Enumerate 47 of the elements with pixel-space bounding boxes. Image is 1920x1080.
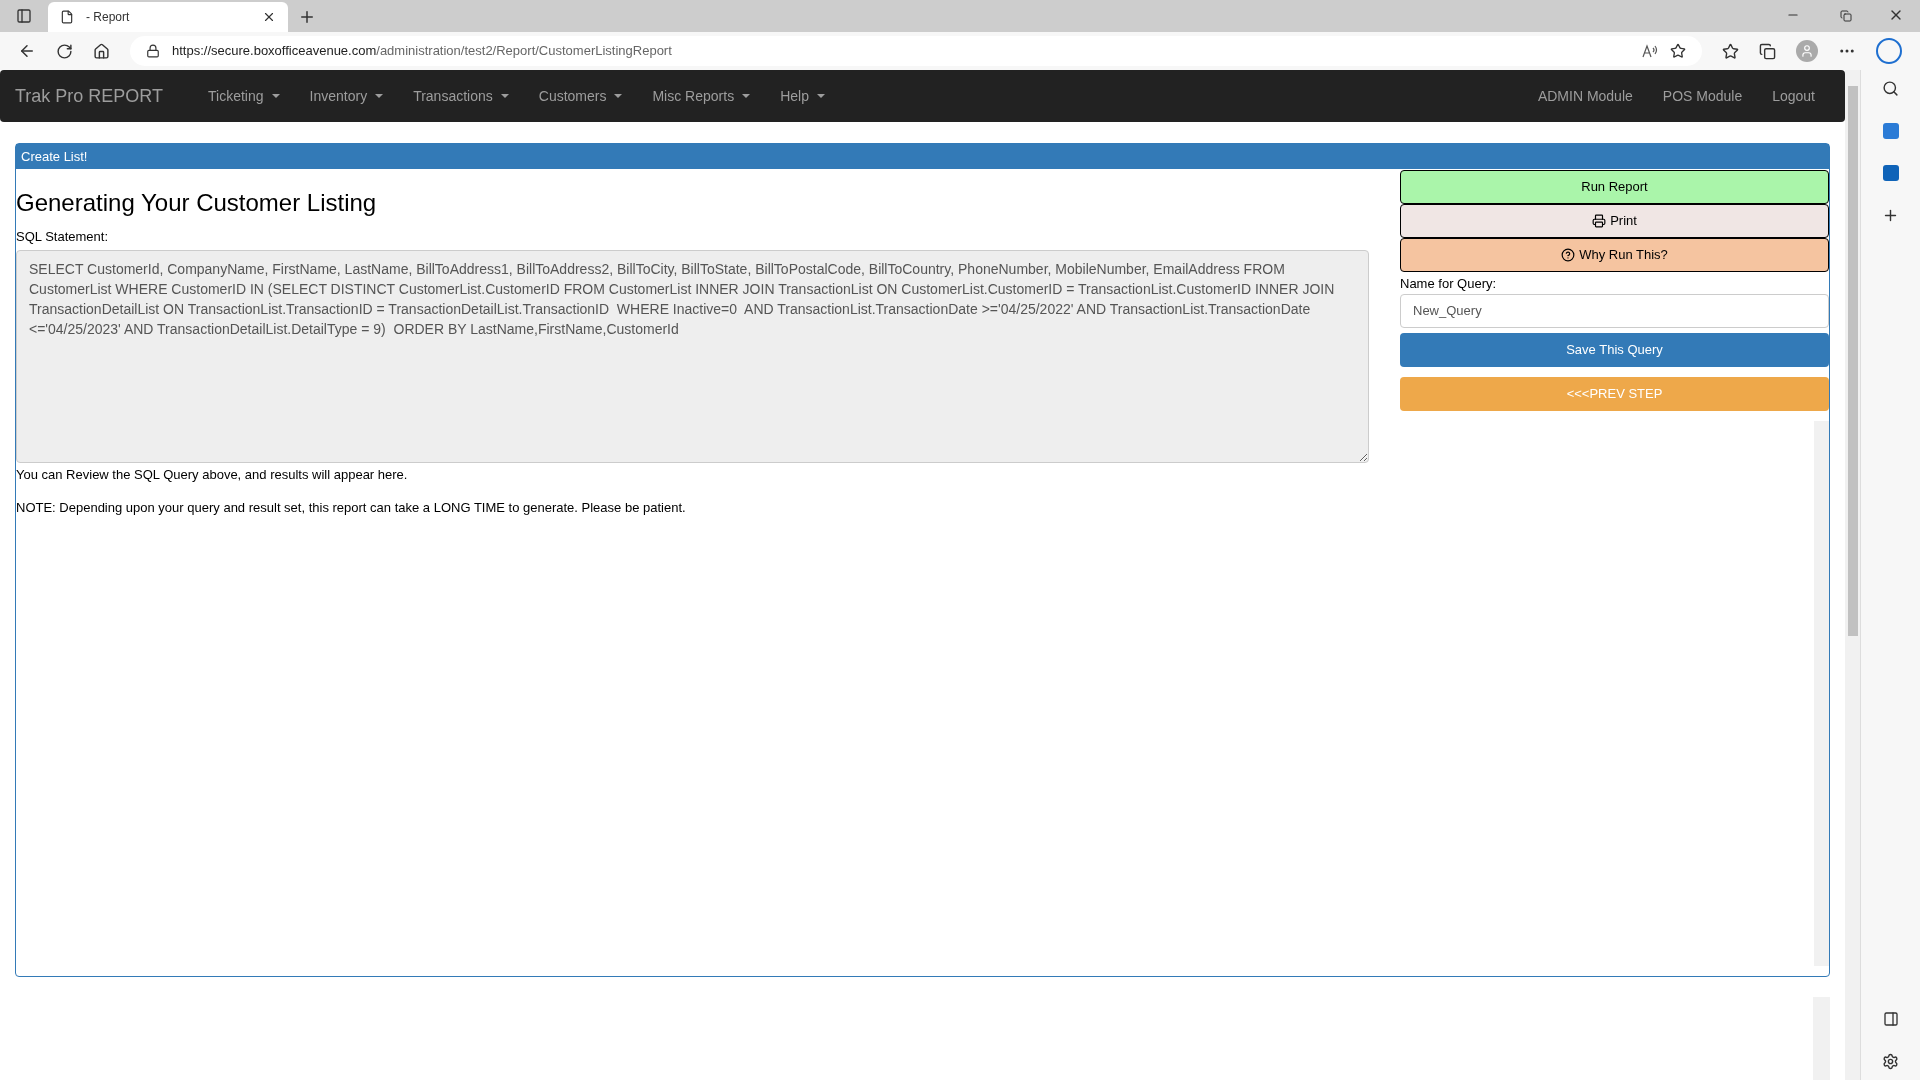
restore-icon[interactable] bbox=[1840, 10, 1852, 22]
favorite-add-icon[interactable] bbox=[1670, 43, 1686, 59]
save-query-button[interactable]: Save This Query bbox=[1400, 332, 1829, 367]
nav-menu[interactable]: Misc Reports bbox=[637, 70, 766, 122]
read-aloud-icon[interactable] bbox=[1642, 44, 1658, 58]
new-tab-icon[interactable] bbox=[298, 8, 316, 26]
action-button[interactable]: Print bbox=[1400, 204, 1829, 238]
nav-link[interactable]: ADMIN Module bbox=[1522, 85, 1648, 107]
nav-menu[interactable]: Help bbox=[765, 70, 840, 122]
nav-link[interactable]: Logout bbox=[1757, 85, 1830, 107]
nav-menu[interactable]: Customers bbox=[523, 70, 638, 122]
sql-textarea[interactable]: SELECT CustomerId, CompanyName, FirstName, LastName, BillToAddress1, BillToAddress2, BillToCity, BillToState, BillToPostalCode, BillToCountry, PhoneNumber, MobileNumber, EmailAddress FROM CustomerList WHERE CustomerID IN (SELECT DISTINCT CustomerList.CustomerID FROM CustomerList INNER JOIN TransactionList ON CustomerList.CustomerID = TransactionList.CustomerID INNER JOIN TransactionDetailList ON TransactionList.TransactionID = TransactionDetailList.TransactionID WHERE Inactive=0 AND TransactionList.TransactionDate >='04/25/2022' AND TransactionList.TransactionDate <='04/25/2023' AND TransactionDetailList.DetailType = 9) ORDER BY LastName,FirstName,CustomerId bbox=[16, 249, 1369, 463]
tab-title: - Report bbox=[86, 9, 131, 26]
query-name-label: Name for Query: bbox=[1400, 275, 1498, 293]
settings-icon[interactable] bbox=[1882, 1053, 1899, 1070]
reload-icon[interactable] bbox=[56, 42, 73, 60]
results-scrollbar[interactable] bbox=[1814, 420, 1829, 966]
favorites-icon[interactable] bbox=[1722, 42, 1739, 60]
page-icon bbox=[60, 10, 74, 24]
page-scrollbar[interactable] bbox=[1845, 70, 1860, 1080]
url-text: https://secure.boxofficeavenue.com/administration/test2/Report/CustomerListingReport bbox=[172, 42, 673, 61]
printer-icon bbox=[1592, 214, 1607, 228]
address-bar[interactable]: https://secure.boxofficeavenue.com/administration/test2/Report/CustomerListingReport bbox=[130, 36, 1702, 66]
collections-icon[interactable] bbox=[1759, 42, 1776, 60]
brand-link[interactable]: Trak Pro REPORT bbox=[15, 82, 164, 110]
patience-note: NOTE: Depending upon your query and result set, this report can take a LONG TIME to generate. Please be patient. bbox=[16, 499, 687, 517]
panel-title: Create List! bbox=[21, 147, 88, 166]
query-name-field[interactable]: New_Query bbox=[1400, 293, 1829, 328]
sidebar-toggle-icon[interactable] bbox=[1882, 1011, 1899, 1027]
tab-actions-icon[interactable] bbox=[16, 8, 32, 24]
nav-menu[interactable]: Inventory bbox=[294, 70, 399, 122]
close-icon[interactable] bbox=[262, 10, 276, 24]
lock-icon bbox=[146, 44, 160, 58]
nav-link[interactable]: POS Module bbox=[1647, 85, 1758, 107]
action-button[interactable]: Why Run This? bbox=[1400, 238, 1829, 272]
nav-menu[interactable]: Transactions bbox=[398, 70, 524, 122]
page-title: Generating Your Customer Listing bbox=[16, 188, 378, 218]
action-button[interactable]: Run Report bbox=[1400, 170, 1829, 204]
search-icon[interactable] bbox=[1882, 80, 1899, 97]
help-icon bbox=[1561, 248, 1576, 262]
back-icon[interactable] bbox=[18, 42, 36, 60]
sql-label: SQL Statement: bbox=[16, 228, 109, 246]
add-icon[interactable] bbox=[1882, 207, 1899, 224]
home-icon[interactable] bbox=[93, 42, 110, 60]
nav-menu[interactable]: Ticketing bbox=[193, 70, 295, 122]
browser-tab[interactable]: - Report bbox=[48, 2, 288, 32]
review-note: You can Review the SQL Query above, and results will appear here. bbox=[16, 465, 409, 484]
